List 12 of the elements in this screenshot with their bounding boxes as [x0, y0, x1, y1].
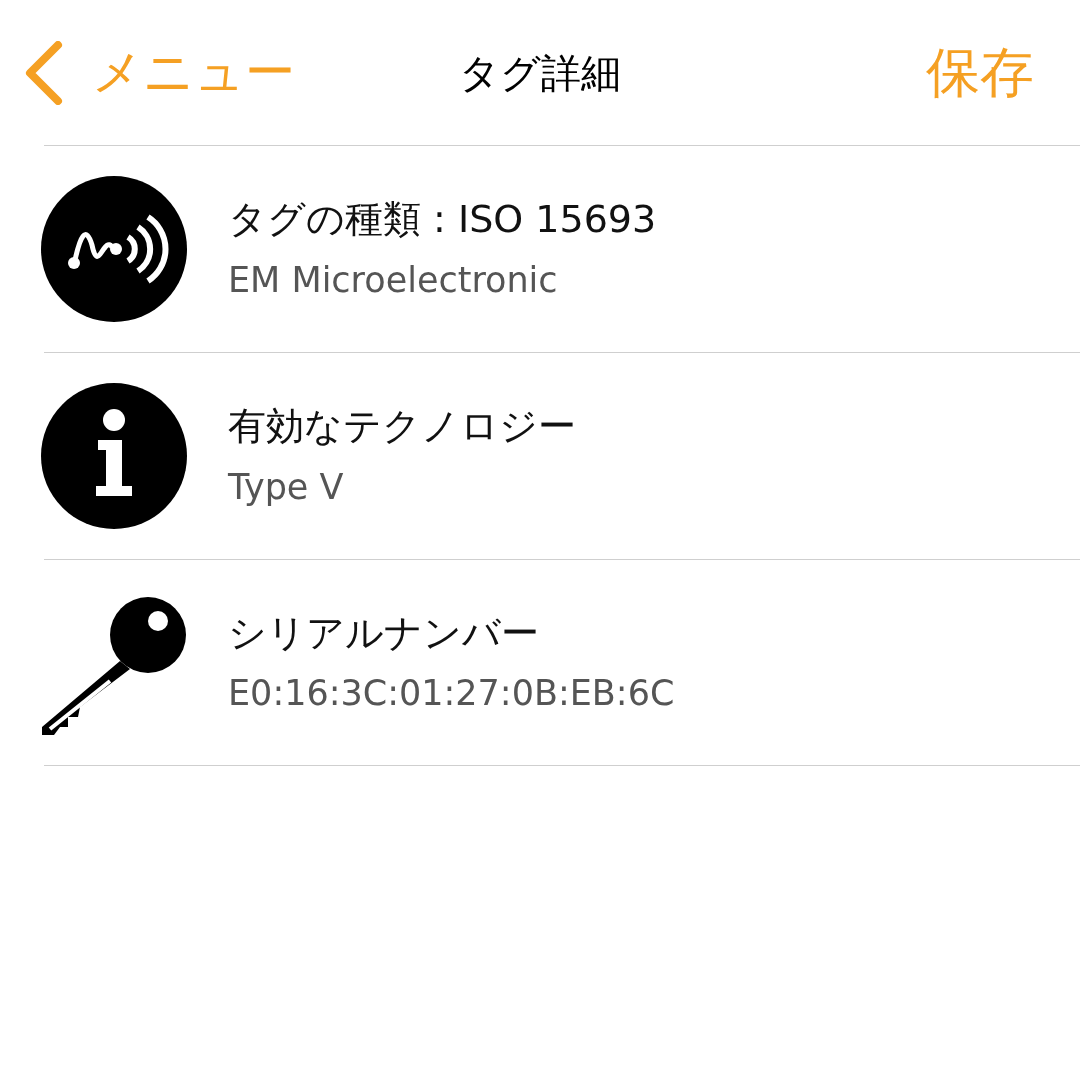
row-title: タグの種類 : ISO 15693 [228, 197, 657, 243]
nfc-icon [40, 175, 188, 323]
row-title: 有効なテクノロジー [228, 404, 576, 450]
row-value: E0:16:3C:01:27:0B:EB:6C [228, 672, 675, 715]
screen-title: タグ詳細 [459, 48, 621, 98]
row-value: EM Microelectronic [228, 258, 559, 301]
save-button[interactable]: 保存 [926, 32, 1080, 113]
back-button[interactable]: メニュー [0, 35, 295, 110]
row-title: シリアルナンバー [228, 610, 540, 657]
chevron-icon [24, 40, 64, 105]
info-icon [40, 382, 188, 530]
row-value: Type V [228, 465, 345, 508]
